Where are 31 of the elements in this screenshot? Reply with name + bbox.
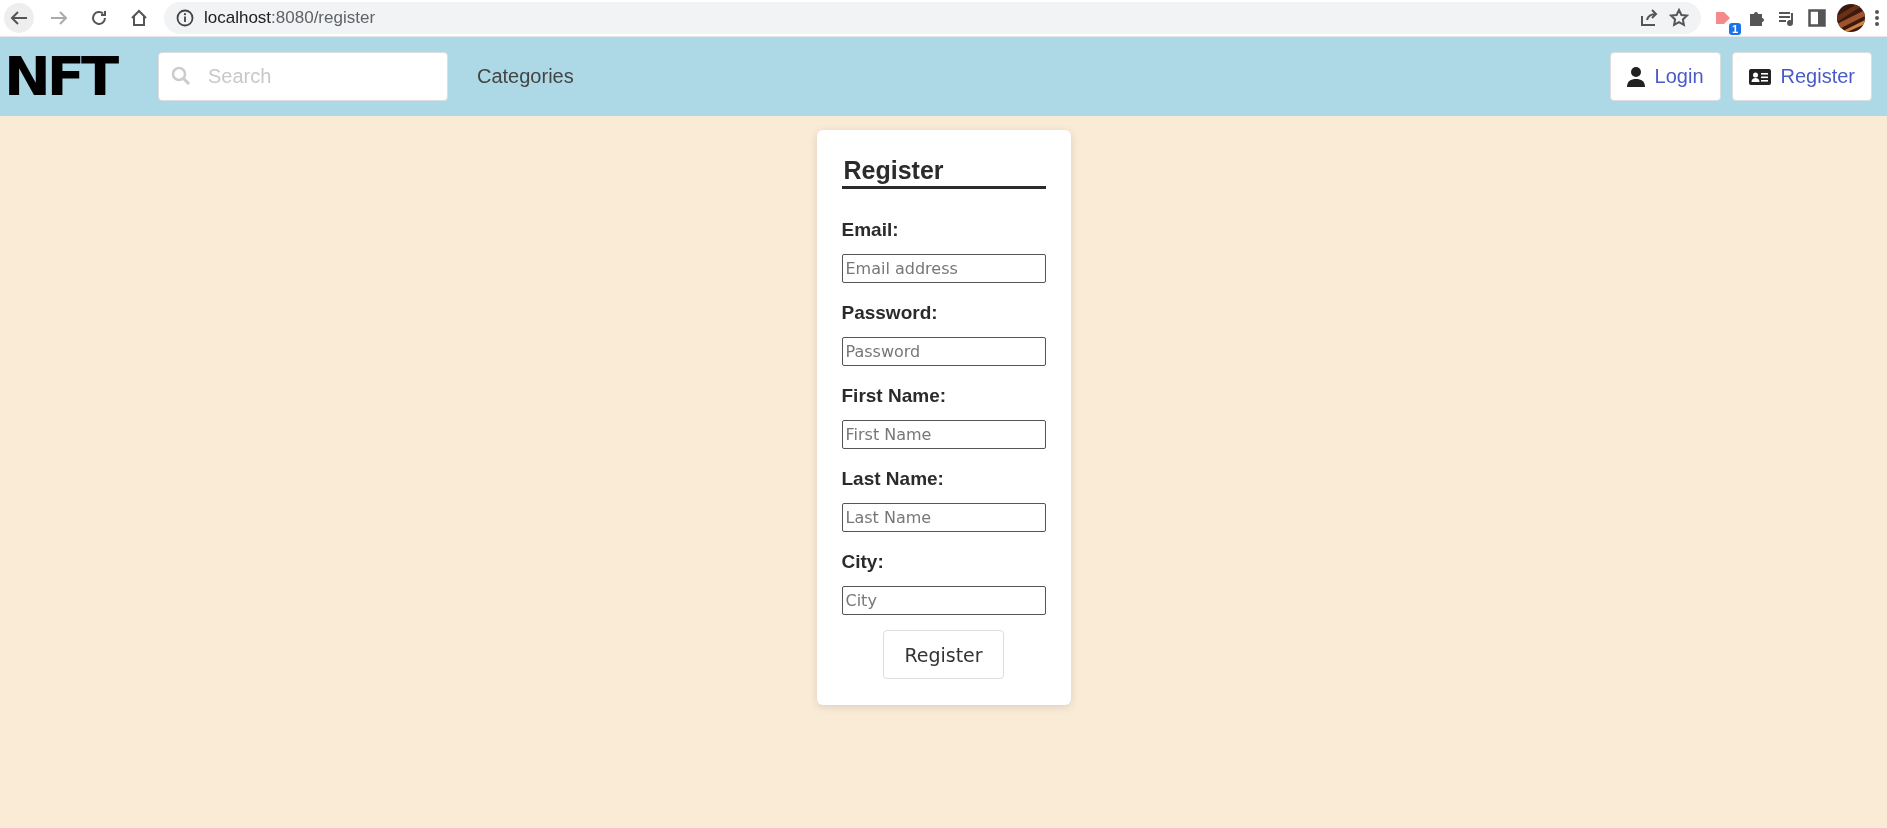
input-field[interactable]: First Name xyxy=(841,420,1046,449)
nav-button[interactable]: Register xyxy=(1731,52,1872,101)
url-host: localhost xyxy=(204,8,272,28)
share-icon[interactable] xyxy=(1639,8,1659,28)
info-icon xyxy=(176,9,194,27)
site-logo[interactable]: NFT xyxy=(4,49,130,104)
input-field[interactable]: Last Name xyxy=(841,503,1046,532)
search-icon xyxy=(171,66,191,86)
home-icon[interactable] xyxy=(129,8,149,28)
user-icon xyxy=(1626,66,1645,87)
address-bar[interactable]: localhost:8080/register xyxy=(164,2,1701,34)
star-icon[interactable] xyxy=(1669,8,1689,28)
field-label: First Name: xyxy=(841,385,948,407)
field-label: Email: xyxy=(841,219,900,241)
form-title: Register xyxy=(841,156,1046,189)
back-button[interactable] xyxy=(4,3,34,33)
more-icon[interactable] xyxy=(1875,9,1879,27)
input-field[interactable]: City xyxy=(841,586,1046,615)
url-path: :8080/register xyxy=(271,8,376,28)
side-panel-icon[interactable] xyxy=(1807,8,1827,28)
input-field[interactable]: Email address xyxy=(841,254,1046,283)
id-card-icon xyxy=(1748,68,1771,85)
field-label: Last Name: xyxy=(841,468,945,490)
nav-link[interactable]: Categories xyxy=(477,65,574,88)
reload-icon[interactable] xyxy=(89,8,109,28)
extension-badge: 1 xyxy=(1728,23,1741,35)
nav-button[interactable]: Login xyxy=(1609,52,1721,101)
field-label: Password: xyxy=(841,302,939,324)
register-button[interactable]: Register xyxy=(883,630,1004,679)
input-field[interactable]: Password xyxy=(841,337,1046,366)
field-label: City: xyxy=(841,551,885,573)
